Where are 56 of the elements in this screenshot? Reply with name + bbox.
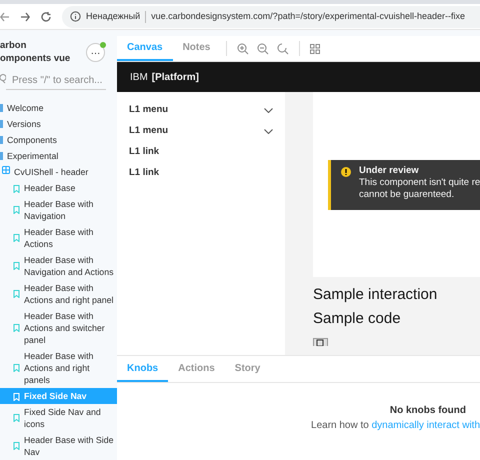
bookmark-icon (13, 262, 20, 270)
tree-item[interactable]: Welcome (0, 100, 117, 116)
zoom-reset-icon[interactable] (277, 43, 290, 55)
empty-title: No knobs found (388, 404, 467, 418)
chevron-down-icon (264, 108, 273, 113)
sidebar-title: arbon omponents vue (0, 39, 70, 65)
bookmark-icon (13, 414, 20, 422)
story-item[interactable]: Header Base (0, 180, 117, 196)
reload-icon[interactable] (40, 10, 52, 22)
tree-item[interactable]: Components (0, 132, 117, 148)
bookmark-icon (13, 364, 20, 372)
zoom-out-icon[interactable] (257, 43, 270, 55)
info-icon (70, 11, 81, 22)
section-heading: Sample interaction (313, 287, 438, 303)
grid-icon[interactable] (310, 44, 320, 54)
search-field[interactable]: Press "/" to search... (6, 72, 106, 90)
story-item[interactable]: Header Base with Navigation (0, 196, 117, 224)
story-item[interactable]: Header Base with Actions (0, 224, 117, 252)
section-heading: Sample code (313, 311, 402, 327)
warning-icon (341, 166, 351, 176)
bookmark-icon (13, 442, 20, 450)
story-item[interactable]: Header Base with Navigation and Actions (0, 252, 117, 280)
menu-button[interactable]: … (86, 42, 105, 62)
story-item[interactable]: Header Base with Actions and right panels (0, 348, 117, 388)
story-item[interactable]: Fixed Side Nav and icons (0, 404, 117, 432)
product-name: [Platform] (152, 70, 200, 84)
forward-icon[interactable] (20, 12, 30, 22)
notification-title: Under review (359, 164, 420, 176)
nav-link[interactable]: L1 link (117, 142, 285, 163)
nav-link[interactable]: L1 link (117, 163, 285, 184)
bookmark-icon (13, 185, 20, 193)
zoom-in-icon[interactable] (237, 43, 250, 55)
tree-item[interactable]: Versions (0, 116, 117, 132)
url-text: vue.carbondesignsystem.com/?path=/story/experimental-cvuishell-header--fixe (151, 10, 466, 23)
address-bar[interactable]: Ненадежный vue.carbondesignsystem.com/?path=/story/experimental-cvuishell-header--fixe (62, 6, 480, 28)
nav-menu-item[interactable]: L1 menu (117, 121, 285, 142)
nav-menu-item[interactable]: L1 menu (117, 100, 285, 121)
security-label: Ненадежный (86, 10, 140, 23)
bookmark-icon (13, 234, 20, 242)
chevron-down-icon (264, 129, 273, 134)
story-item[interactable]: Header Base with Actions and switcher panel (0, 308, 117, 348)
bookmark-icon (13, 206, 20, 214)
story-item[interactable]: Header Base with Actions and right panel (0, 280, 117, 308)
bookmark-icon (13, 290, 20, 298)
bookmark-icon (13, 393, 20, 401)
bookmark-icon (13, 324, 20, 332)
tree-item[interactable]: CvUIShell - header (0, 164, 117, 180)
story-item[interactable]: Header Base with Side Nav (0, 432, 117, 460)
notification-message: This component isn't quite re cannot be guarenteed. (359, 176, 480, 200)
component-icon (2, 166, 10, 174)
tree-item[interactable]: Experimental (0, 148, 117, 164)
empty-message: Learn how to dynamically interact with (310, 419, 480, 433)
copy-icon (313, 338, 328, 346)
back-icon[interactable] (0, 12, 10, 22)
brand-text: IBM (130, 70, 148, 84)
search-icon (0, 74, 6, 84)
